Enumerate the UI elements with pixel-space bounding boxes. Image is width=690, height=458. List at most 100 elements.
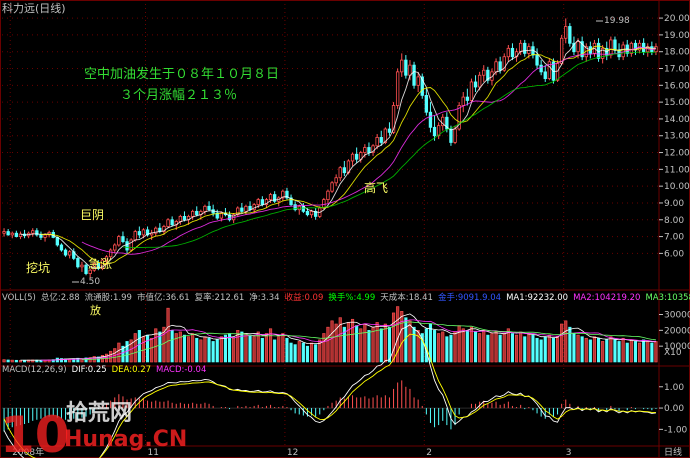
price-tick-label: 6.00 xyxy=(664,249,684,259)
volume-bar xyxy=(551,337,556,363)
candle-body xyxy=(404,59,408,76)
volume-bar xyxy=(2,359,6,363)
volume-header: VOLL(5) 总亿:2.88 流通股:1.99 市值亿:36.61 复率:212.61… xyxy=(2,292,690,303)
volume-header-item: 收益:0.09 xyxy=(285,292,324,303)
volume-bar xyxy=(326,326,330,363)
volume-bar xyxy=(625,342,629,363)
candle-body xyxy=(117,236,121,246)
volume-bar xyxy=(297,341,301,363)
price-tick-label: 20.00 xyxy=(664,14,690,24)
candle-body xyxy=(10,232,14,236)
volume-bar xyxy=(350,318,355,363)
volume-bar xyxy=(6,359,10,363)
volume-tick-label: 30000 xyxy=(664,311,690,321)
candle-body xyxy=(498,61,502,71)
volume-bar xyxy=(391,312,396,363)
candle-body xyxy=(195,210,199,216)
macd-header-item: MACD(12,26,9) xyxy=(2,365,67,375)
candle-body xyxy=(375,137,379,147)
volume-header-item: 复率:212.61 xyxy=(195,292,245,303)
volume-header-item: MA3:103586.40 xyxy=(645,293,690,303)
volume-bar xyxy=(400,311,404,363)
candle-body xyxy=(67,251,72,256)
volume-bar xyxy=(437,333,441,363)
volume-bar xyxy=(588,339,592,363)
volume-bar xyxy=(170,330,174,363)
candle-body xyxy=(256,199,260,206)
macd-header: MACD(12,26,9) DIF:0.25 DEA:0.27 MACD:-0.04 xyxy=(2,365,206,375)
volume-bar xyxy=(637,342,642,363)
candle-body xyxy=(510,47,515,58)
candle-body xyxy=(203,205,207,212)
volume-bar xyxy=(203,336,207,363)
candle-body xyxy=(55,237,60,246)
candle-body xyxy=(379,137,383,143)
candle-body xyxy=(465,96,470,101)
volume-bar xyxy=(654,341,658,363)
volume-bar xyxy=(539,339,543,363)
volume-bar xyxy=(453,331,457,363)
volume-bar xyxy=(633,341,638,363)
x-tick-label: 12 xyxy=(287,448,298,458)
price-tick-label: 11.00 xyxy=(664,165,690,175)
candle-body xyxy=(482,69,486,76)
candle-body xyxy=(564,26,568,39)
volume-bar xyxy=(514,334,519,363)
candle-body xyxy=(453,128,457,143)
volume-bar xyxy=(408,320,412,363)
candle-body xyxy=(330,182,334,192)
volume-bar xyxy=(219,336,223,363)
candle-body xyxy=(535,54,539,66)
volume-bar xyxy=(531,334,535,363)
candle-body xyxy=(395,71,400,106)
volume-bar xyxy=(346,322,351,363)
volume-bar xyxy=(609,336,613,363)
volume-bar xyxy=(535,337,539,363)
volume-bar xyxy=(248,334,252,363)
volume-bar xyxy=(363,323,367,363)
volume-bar xyxy=(207,337,211,363)
price-tick-label: 10.00 xyxy=(664,182,690,192)
candle-body xyxy=(400,59,404,73)
candle-body xyxy=(84,264,88,274)
candle-body xyxy=(350,153,355,162)
volume-bar xyxy=(527,333,531,363)
volume-bar xyxy=(465,330,469,363)
candle-body xyxy=(568,26,572,44)
volume-header-item: MA2:104219.20 xyxy=(573,293,640,303)
volume-bar xyxy=(592,336,597,363)
candle-body xyxy=(494,61,498,73)
candle-body xyxy=(428,111,433,128)
volume-bar xyxy=(293,344,297,363)
price-panel xyxy=(2,18,658,279)
annotation-wakeng: 挖坑 xyxy=(26,260,50,275)
volume-header-item: VOLL(5) xyxy=(2,293,36,303)
volume-bar xyxy=(547,334,551,363)
watermark-digits: 10 xyxy=(0,406,70,458)
candle-body xyxy=(141,229,146,236)
candle-body xyxy=(190,210,195,217)
volume-bar xyxy=(613,339,617,363)
candle-body xyxy=(621,44,625,58)
volume-bar xyxy=(244,333,248,363)
annotation-jizhang: 急涨 xyxy=(88,256,112,271)
volume-bar xyxy=(281,333,285,363)
volume-header-item: 天成本:18.41 xyxy=(380,292,433,303)
volume-bar xyxy=(256,331,260,363)
candle-body xyxy=(305,210,310,216)
candle-body xyxy=(432,126,437,137)
watermark-en: Hunag.CN xyxy=(64,427,187,452)
volume-tick-label: 20000 xyxy=(664,326,690,336)
price-tick-label: 15.00 xyxy=(664,98,690,108)
volume-bar xyxy=(605,339,609,363)
volume-header-item: 净:3.34 xyxy=(249,292,279,303)
macd-tick-label: 1.00 xyxy=(664,383,684,393)
volume-unit-label: X10 xyxy=(664,348,682,358)
note-line-1: 空中加油发生于０８年１０月８日 xyxy=(84,66,279,82)
candle-body xyxy=(240,207,244,212)
candle-body xyxy=(125,241,129,251)
volume-bar xyxy=(252,336,256,363)
volume-header-item: 换手%:4.99 xyxy=(328,292,375,303)
volume-bar xyxy=(191,333,195,363)
candle-body xyxy=(412,64,416,86)
